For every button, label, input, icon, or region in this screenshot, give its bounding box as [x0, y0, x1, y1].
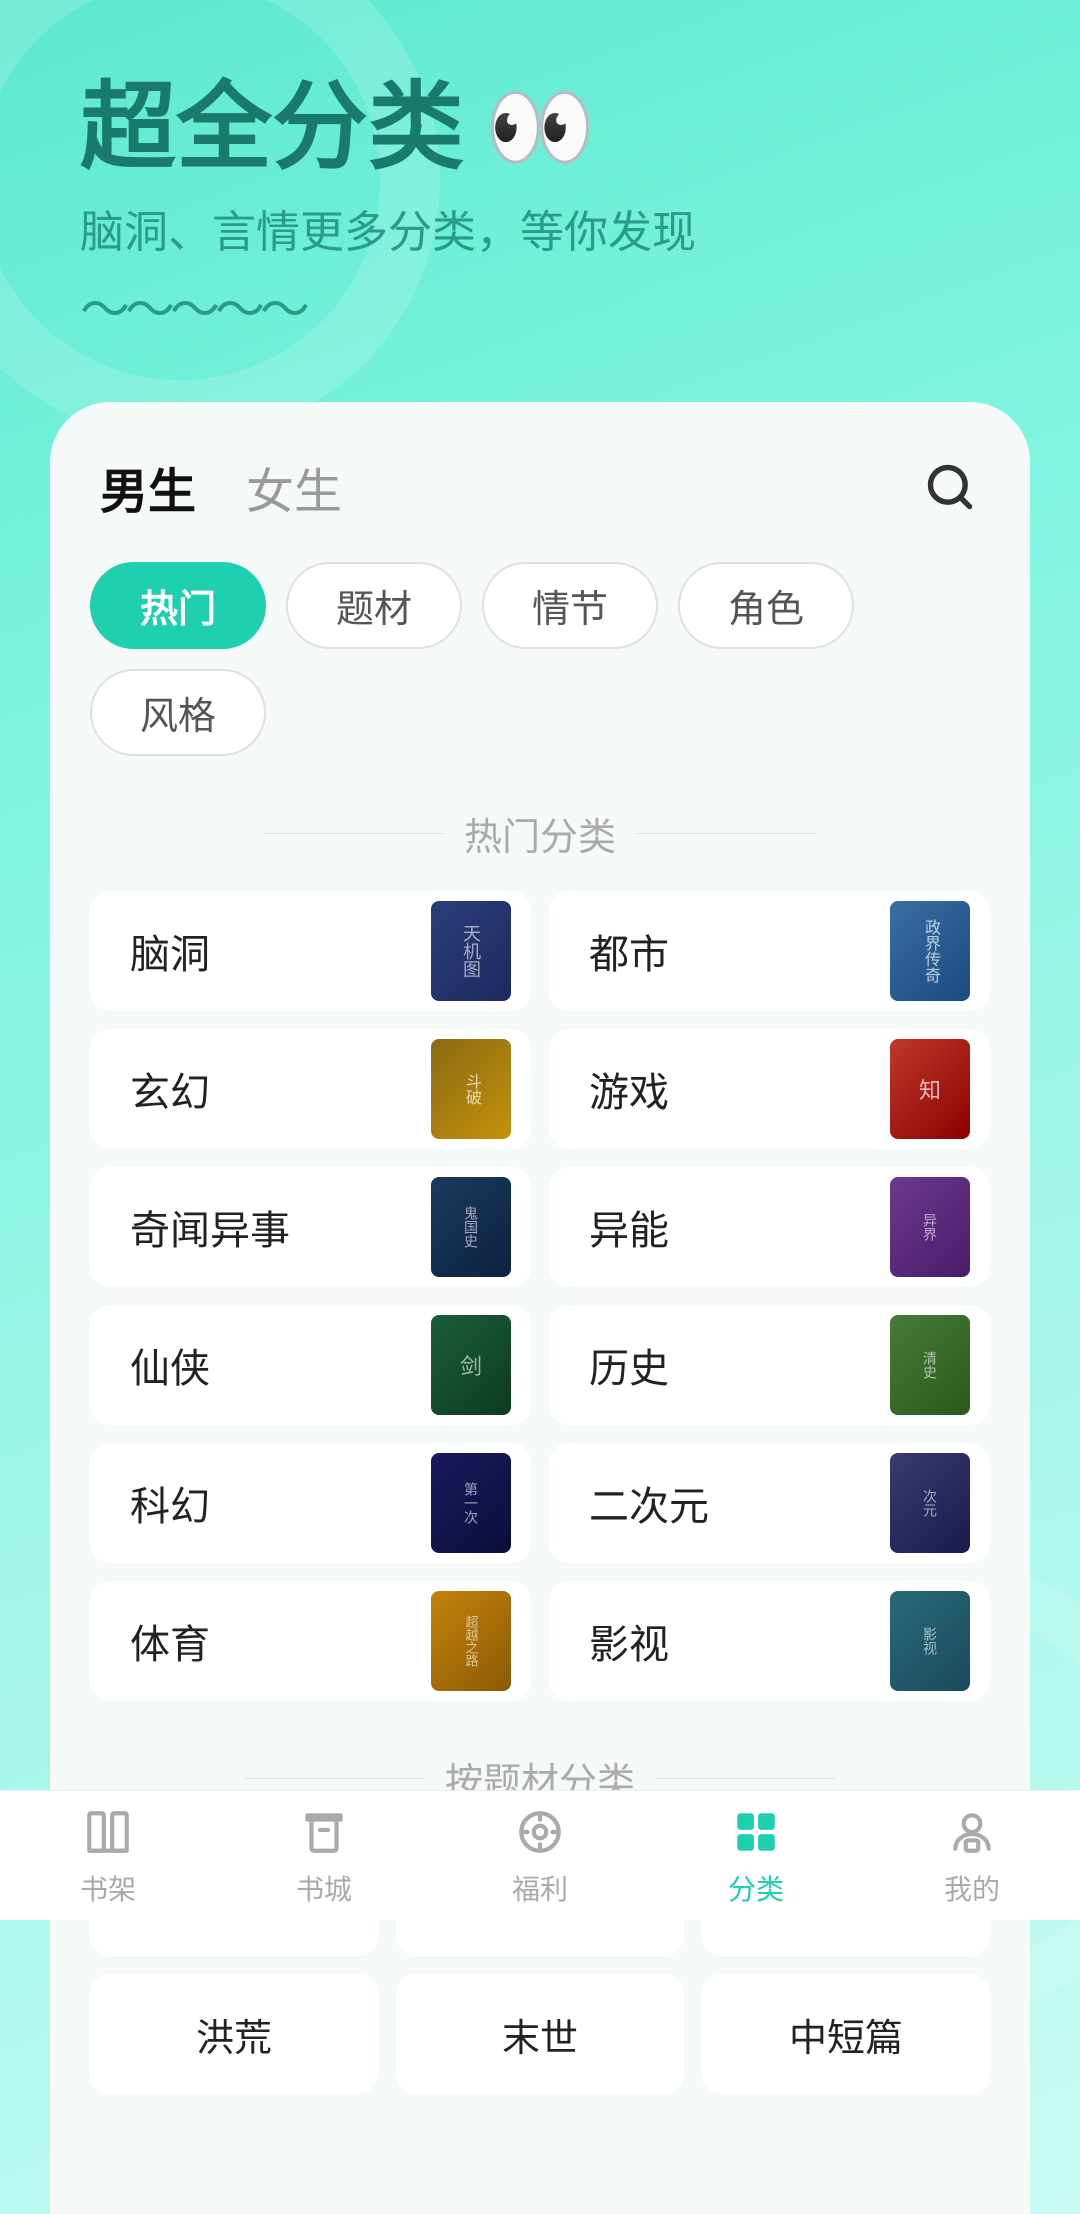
category-cover: 知: [890, 1039, 970, 1139]
wave-decoration: ～～～～～: [80, 270, 1020, 342]
category-xianxia[interactable]: 仙侠 剑: [90, 1305, 531, 1425]
category-grid: 脑洞 天机图 都市 政界传奇 玄幻 斗破 游戏: [90, 891, 990, 1701]
header: 超全分类 👀 脑洞、言情更多分类，等你发现 ～～～～～: [0, 0, 1080, 382]
category-erciyuan[interactable]: 二次元 次元: [549, 1443, 990, 1563]
nav-welfare-label: 福利: [512, 1868, 568, 1908]
category-name: 异能: [589, 1198, 669, 1256]
category-youxi[interactable]: 游戏 知: [549, 1029, 990, 1149]
header-title-row: 超全分类 👀: [80, 80, 1020, 176]
category-name: 历史: [589, 1336, 669, 1394]
category-qiwen[interactable]: 奇闻异事 鬼国史: [90, 1167, 531, 1287]
pill-role[interactable]: 角色: [678, 562, 854, 649]
pill-plot[interactable]: 情节: [482, 562, 658, 649]
category-icon: [728, 1804, 784, 1860]
header-subtitle: 脑洞、言情更多分类，等你发现: [80, 196, 1020, 260]
pill-style[interactable]: 风格: [90, 669, 266, 756]
category-cover: 异界: [890, 1177, 970, 1277]
category-dushi[interactable]: 都市 政界传奇: [549, 891, 990, 1011]
category-name: 玄幻: [130, 1060, 210, 1118]
category-cover: 政界传奇: [890, 901, 970, 1001]
category-tiyu[interactable]: 体育 超越之路: [90, 1581, 531, 1701]
category-cover: 剑: [431, 1315, 511, 1415]
category-name: 都市: [589, 922, 669, 980]
category-cover: 天机图: [431, 901, 511, 1001]
category-naodong[interactable]: 脑洞 天机图: [90, 891, 531, 1011]
topic-name: 中短篇: [789, 2007, 903, 2062]
nav-bookshelf[interactable]: 书架: [0, 1804, 216, 1908]
search-button[interactable]: [920, 457, 980, 517]
nav-category[interactable]: 分类: [648, 1804, 864, 1908]
category-cover: 影视: [890, 1591, 970, 1691]
category-name: 脑洞: [130, 922, 210, 980]
topic-name: 洪荒: [196, 2007, 272, 2062]
topic-moshi[interactable]: 末世: [396, 1974, 684, 2094]
category-name: 游戏: [589, 1060, 669, 1118]
gender-tab-group: 男生 女生: [100, 452, 342, 522]
nav-welfare[interactable]: 福利: [432, 1804, 648, 1908]
nav-category-label: 分类: [728, 1868, 784, 1908]
category-name: 仙侠: [130, 1336, 210, 1394]
category-cover: 第一次: [431, 1453, 511, 1553]
category-yingshi[interactable]: 影视 影视: [549, 1581, 990, 1701]
category-kehuan[interactable]: 科幻 第一次: [90, 1443, 531, 1563]
pill-theme[interactable]: 题材: [286, 562, 462, 649]
gender-tabs: 男生 女生: [90, 452, 990, 522]
bottom-nav: 书架 书城 福利: [0, 1790, 1080, 1920]
section-hot-title: 热门分类: [90, 806, 990, 861]
nav-bookshelf-label: 书架: [80, 1868, 136, 1908]
category-cover: 次元: [890, 1453, 970, 1553]
pill-hot[interactable]: 热门: [90, 562, 266, 649]
category-name: 二次元: [589, 1474, 709, 1532]
topic-honghuang[interactable]: 洪荒: [90, 1974, 378, 2094]
main-title: 超全分类: [80, 80, 464, 176]
main-card: 男生 女生 热门 题材 情节 角色 风格 热门分类 脑洞 天机图: [50, 402, 1030, 2214]
tab-female[interactable]: 女生: [246, 452, 342, 522]
bookshelf-icon: [80, 1804, 136, 1860]
nav-mine[interactable]: 我的: [864, 1804, 1080, 1908]
bookstore-icon: [296, 1804, 352, 1860]
category-cover: 超越之路: [431, 1591, 511, 1691]
nav-bookstore-label: 书城: [296, 1868, 352, 1908]
topic-zhongduan[interactable]: 中短篇: [702, 1974, 990, 2094]
topic-name: 末世: [502, 2007, 578, 2062]
nav-mine-label: 我的: [944, 1868, 1000, 1908]
category-name: 奇闻异事: [130, 1198, 290, 1256]
welfare-icon: [512, 1804, 568, 1860]
filter-pills: 热门 题材 情节 角色 风格: [90, 562, 990, 756]
category-name: 体育: [130, 1612, 210, 1670]
category-name: 影视: [589, 1612, 669, 1670]
eyes-emoji: 👀: [484, 83, 596, 173]
category-cover: 清史: [890, 1315, 970, 1415]
category-cover: 斗破: [431, 1039, 511, 1139]
mine-icon: [944, 1804, 1000, 1860]
category-cover: 鬼国史: [431, 1177, 511, 1277]
tab-male[interactable]: 男生: [100, 452, 196, 522]
category-xuanhuan[interactable]: 玄幻 斗破: [90, 1029, 531, 1149]
category-lishi[interactable]: 历史 清史: [549, 1305, 990, 1425]
nav-bookstore[interactable]: 书城: [216, 1804, 432, 1908]
category-yineng[interactable]: 异能 异界: [549, 1167, 990, 1287]
category-name: 科幻: [130, 1474, 210, 1532]
